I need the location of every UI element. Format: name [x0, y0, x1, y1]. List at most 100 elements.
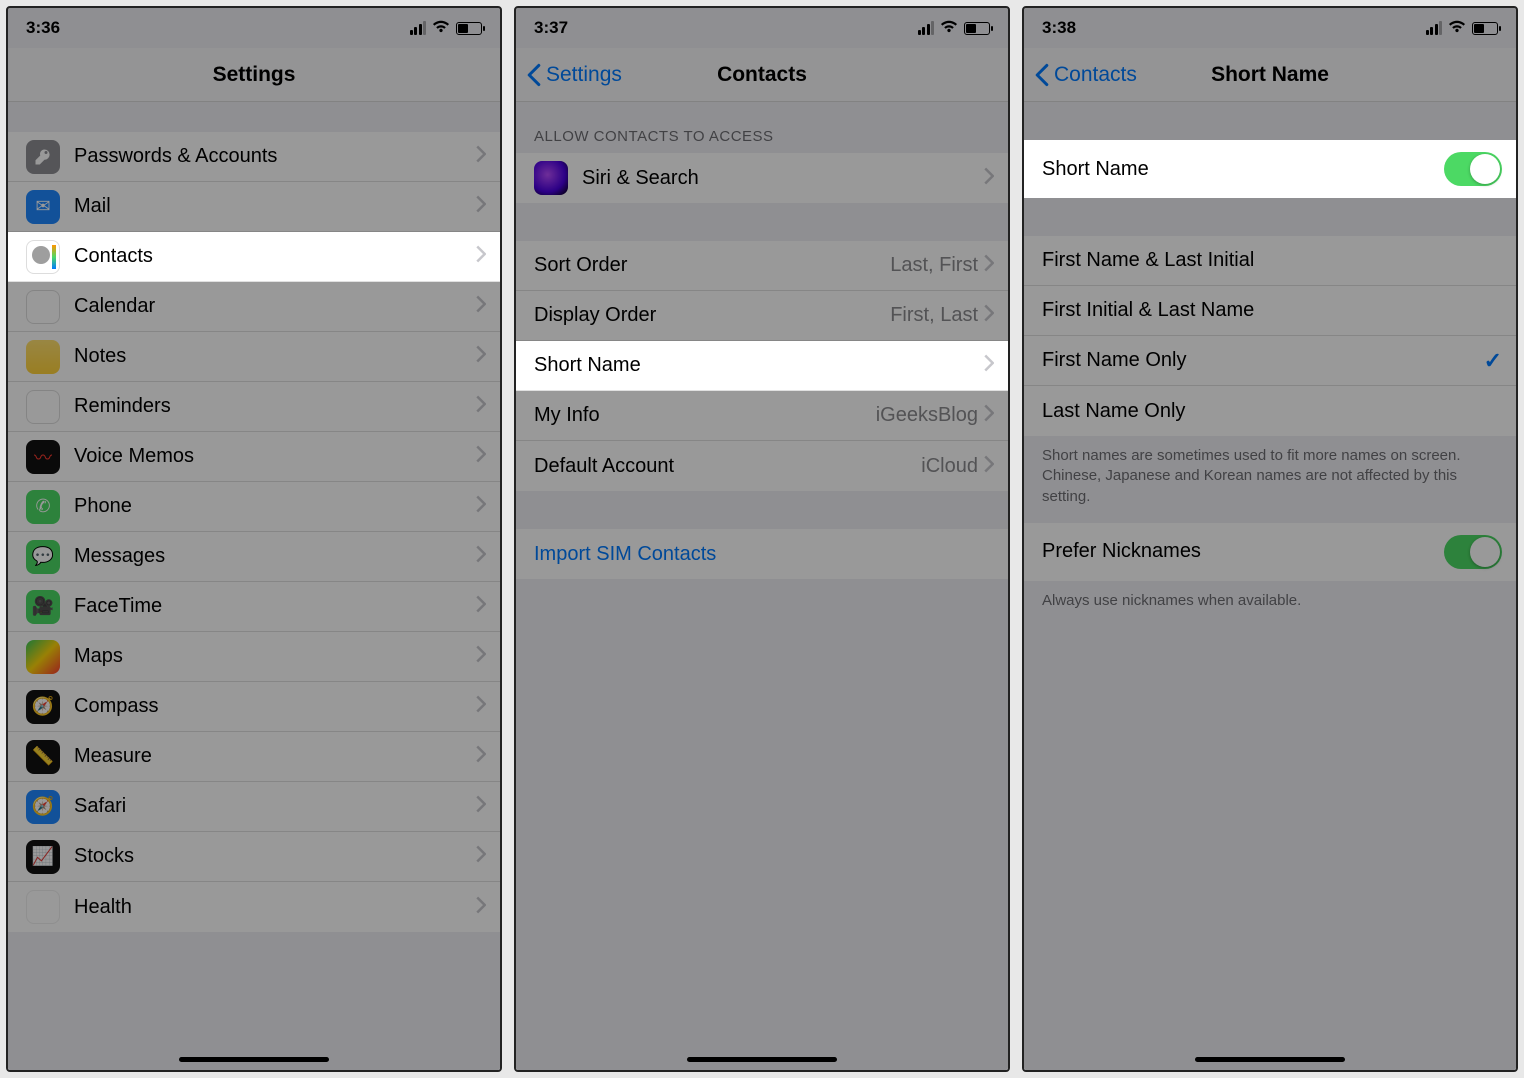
page-title: Contacts — [717, 63, 807, 87]
facetime-icon: 🎥 — [26, 590, 60, 624]
battery-icon — [456, 22, 482, 35]
chevron-right-icon — [476, 395, 486, 418]
safari-icon: 🧭 — [26, 790, 60, 824]
chevron-right-icon — [476, 845, 486, 868]
status-time: 3:36 — [26, 18, 60, 38]
siri-icon — [534, 161, 568, 195]
stocks-icon: 📈 — [26, 840, 60, 874]
wifi-icon — [1448, 19, 1466, 37]
toggle-nicknames[interactable] — [1444, 535, 1502, 569]
row-maps[interactable]: Maps — [8, 632, 500, 682]
row-messages[interactable]: 💬 Messages — [8, 532, 500, 582]
row-import-sim[interactable]: Import SIM Contacts — [516, 529, 1008, 579]
screen-contacts-settings: 3:37 Settings Contacts ALLOW CONTACTS TO… — [514, 6, 1010, 1072]
chevron-right-icon — [476, 445, 486, 468]
row-reminders[interactable]: ⦿ Reminders — [8, 382, 500, 432]
mail-icon: ✉︎ — [26, 190, 60, 224]
battery-icon — [1472, 22, 1498, 35]
row-notes[interactable]: Notes — [8, 332, 500, 382]
contacts-settings-list[interactable]: ALLOW CONTACTS TO ACCESS Siri & Search S… — [516, 102, 1008, 1070]
chevron-right-icon — [984, 354, 994, 377]
status-bar: 3:36 — [8, 8, 500, 48]
home-indicator[interactable] — [687, 1057, 837, 1062]
nav-bar: Settings — [8, 48, 500, 102]
row-safari[interactable]: 🧭 Safari — [8, 782, 500, 832]
cellular-icon — [1426, 21, 1443, 35]
chevron-right-icon — [984, 254, 994, 277]
chevron-right-icon — [476, 295, 486, 318]
contacts-icon — [26, 240, 60, 274]
screen-short-name: 3:38 Contacts Short Name Short Name — [1022, 6, 1518, 1072]
notes-icon — [26, 340, 60, 374]
nav-bar: Contacts Short Name — [1024, 48, 1516, 102]
calendar-icon: ▬▬▬▬▬▬ — [26, 290, 60, 324]
chevron-right-icon — [476, 645, 486, 668]
status-indicators — [410, 19, 483, 37]
chevron-right-icon — [984, 304, 994, 327]
row-phone[interactable]: ✆ Phone — [8, 482, 500, 532]
messages-icon: 💬 — [26, 540, 60, 574]
back-button[interactable]: Contacts — [1034, 63, 1137, 87]
row-default-account[interactable]: Default Account iCloud — [516, 441, 1008, 491]
row-mail[interactable]: ✉︎ Mail — [8, 182, 500, 232]
phone-icon: ✆ — [26, 490, 60, 524]
chevron-right-icon — [476, 195, 486, 218]
chevron-right-icon — [476, 545, 486, 568]
chevron-right-icon — [476, 495, 486, 518]
row-voicememos[interactable]: 〰 Voice Memos — [8, 432, 500, 482]
maps-icon — [26, 640, 60, 674]
chevron-right-icon — [476, 695, 486, 718]
row-stocks[interactable]: 📈 Stocks — [8, 832, 500, 882]
page-title: Settings — [213, 63, 296, 87]
section-header: ALLOW CONTACTS TO ACCESS — [516, 102, 1008, 153]
cellular-icon — [918, 21, 935, 35]
row-display-order[interactable]: Display Order First, Last — [516, 291, 1008, 341]
row-siri-search[interactable]: Siri & Search — [516, 153, 1008, 203]
chevron-right-icon — [476, 345, 486, 368]
row-passwords[interactable]: Passwords & Accounts — [8, 132, 500, 182]
chevron-right-icon — [984, 167, 994, 190]
screen-settings: 3:36 Settings Passwords & Accounts ✉︎ — [6, 6, 502, 1072]
reminders-icon: ⦿ — [26, 390, 60, 424]
wifi-icon — [940, 19, 958, 37]
row-measure[interactable]: 📏 Measure — [8, 732, 500, 782]
status-time: 3:37 — [534, 18, 568, 38]
voice-memos-icon: 〰 — [26, 440, 60, 474]
row-first-last-initial[interactable]: First Name & Last Initial — [1024, 236, 1516, 286]
checkmark-icon: ✓ — [1484, 348, 1502, 374]
chevron-right-icon — [476, 745, 486, 768]
row-compass[interactable]: 🧭 Compass — [8, 682, 500, 732]
chevron-right-icon — [984, 455, 994, 478]
health-icon: ♥ — [26, 890, 60, 924]
row-short-name-toggle[interactable]: Short Name — [1024, 140, 1516, 198]
row-first-name-only[interactable]: First Name Only ✓ — [1024, 336, 1516, 386]
short-name-settings[interactable]: Short Name First Name & Last Initial Fir… — [1024, 102, 1516, 1070]
settings-list[interactable]: Passwords & Accounts ✉︎ Mail Contacts ▬▬… — [8, 102, 500, 1070]
row-short-name[interactable]: Short Name — [516, 341, 1008, 391]
row-facetime[interactable]: 🎥 FaceTime — [8, 582, 500, 632]
status-indicators — [918, 19, 991, 37]
battery-icon — [964, 22, 990, 35]
measure-icon: 📏 — [26, 740, 60, 774]
status-bar: 3:38 — [1024, 8, 1516, 48]
row-last-name-only[interactable]: Last Name Only — [1024, 386, 1516, 436]
home-indicator[interactable] — [1195, 1057, 1345, 1062]
row-first-initial-last[interactable]: First Initial & Last Name — [1024, 286, 1516, 336]
status-bar: 3:37 — [516, 8, 1008, 48]
compass-icon: 🧭 — [26, 690, 60, 724]
toggle-short-name[interactable] — [1444, 152, 1502, 186]
row-contacts[interactable]: Contacts — [8, 232, 500, 282]
chevron-right-icon — [476, 795, 486, 818]
chevron-right-icon — [476, 595, 486, 618]
back-button[interactable]: Settings — [526, 63, 622, 87]
row-health[interactable]: ♥ Health — [8, 882, 500, 932]
row-sort-order[interactable]: Sort Order Last, First — [516, 241, 1008, 291]
row-calendar[interactable]: ▬▬▬▬▬▬ Calendar — [8, 282, 500, 332]
chevron-right-icon — [984, 404, 994, 427]
page-title: Short Name — [1211, 63, 1329, 87]
chevron-right-icon — [476, 896, 486, 919]
row-my-info[interactable]: My Info iGeeksBlog — [516, 391, 1008, 441]
home-indicator[interactable] — [179, 1057, 329, 1062]
chevron-right-icon — [476, 145, 486, 168]
row-prefer-nicknames[interactable]: Prefer Nicknames — [1024, 523, 1516, 581]
